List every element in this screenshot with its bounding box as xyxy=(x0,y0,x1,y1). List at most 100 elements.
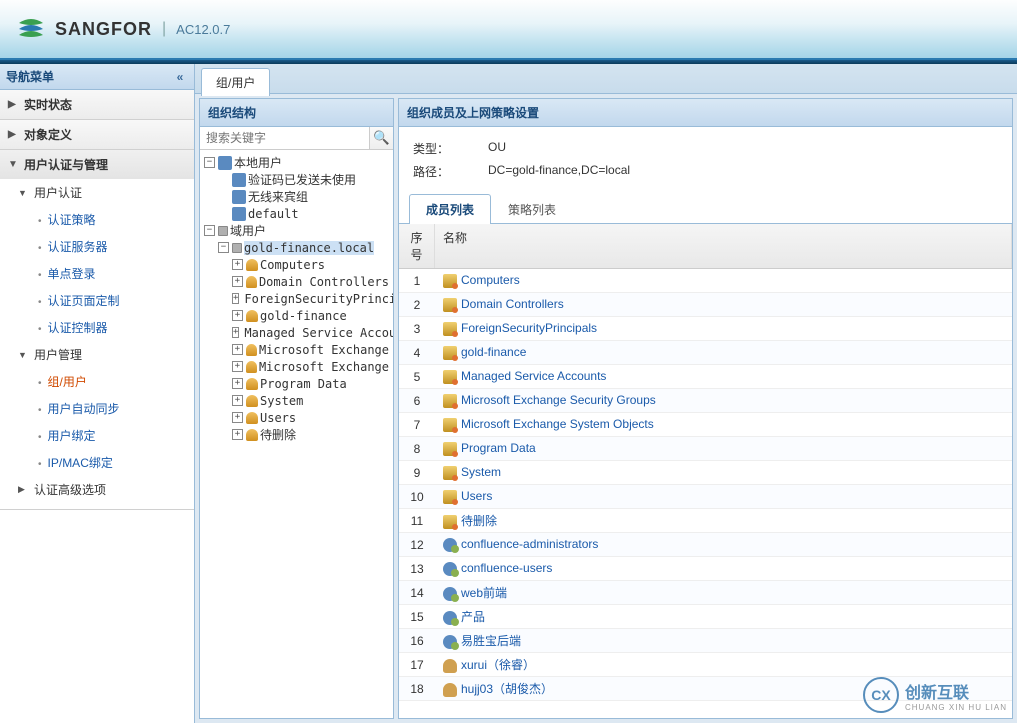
org-search-button[interactable]: 🔍 xyxy=(369,127,393,149)
table-row[interactable]: 15产品 xyxy=(399,605,1012,629)
nav-group-object[interactable]: 对象定义 xyxy=(0,120,194,150)
nav-item-user-bind[interactable]: 用户绑定 xyxy=(38,422,194,449)
table-row[interactable]: 3ForeignSecurityPrincipals xyxy=(399,317,1012,341)
tree-node[interactable]: +Managed Service Accounts xyxy=(204,324,389,341)
ou-icon xyxy=(246,259,258,271)
row-name-link[interactable]: Users xyxy=(461,489,492,503)
nav-item-auth-policy[interactable]: 认证策略 xyxy=(38,206,194,233)
expand-icon[interactable]: + xyxy=(232,327,239,338)
nav-item-sso[interactable]: 单点登录 xyxy=(38,260,194,287)
tree-node[interactable]: +Domain Controllers xyxy=(204,273,389,290)
tab-member-list[interactable]: 成员列表 xyxy=(409,194,491,224)
chevron-right-icon xyxy=(8,99,18,110)
tree-node[interactable]: default xyxy=(204,205,389,222)
tree-node-domain[interactable]: −gold-finance.local xyxy=(204,239,389,256)
row-name-link[interactable]: web前端 xyxy=(461,586,507,600)
expand-icon[interactable]: + xyxy=(232,395,243,406)
row-name-cell: Domain Controllers xyxy=(435,294,1012,315)
row-name-link[interactable]: Microsoft Exchange Security Groups xyxy=(461,393,656,407)
tree-node[interactable]: 验证码已发送未使用 xyxy=(204,171,389,188)
table-row[interactable]: 10Users xyxy=(399,485,1012,509)
nav-item-group-user[interactable]: 组/用户 xyxy=(38,368,194,395)
tree-node-domain-root[interactable]: −域用户 xyxy=(204,222,389,239)
chevron-down-icon xyxy=(8,159,18,170)
tree-node[interactable]: +待删除 xyxy=(204,426,389,443)
nav-item-auth-server[interactable]: 认证服务器 xyxy=(38,233,194,260)
nav-item-auth-page[interactable]: 认证页面定制 xyxy=(38,287,194,314)
tree-node[interactable]: +Users xyxy=(204,409,389,426)
table-row[interactable]: 16易胜宝后端 xyxy=(399,629,1012,653)
row-name-link[interactable]: ForeignSecurityPrincipals xyxy=(461,321,597,335)
table-row[interactable]: 4gold-finance xyxy=(399,341,1012,365)
tab-group-user[interactable]: 组/用户 xyxy=(201,68,270,96)
expand-icon[interactable]: + xyxy=(232,259,243,270)
expand-icon[interactable]: + xyxy=(232,310,243,321)
expand-icon[interactable]: + xyxy=(232,344,243,355)
nav-section-usermgmt-header[interactable]: 用户管理 xyxy=(18,341,194,368)
nav-item-auth-advanced[interactable]: 认证高级选项 xyxy=(18,476,194,503)
tree-node[interactable]: +gold-finance xyxy=(204,307,389,324)
nav-section-auth-header[interactable]: 用户认证 xyxy=(18,179,194,206)
table-row[interactable]: 18hujj03（胡俊杰） xyxy=(399,677,1012,701)
row-name-link[interactable]: confluence-administrators xyxy=(461,537,598,551)
row-name-link[interactable]: System xyxy=(461,465,501,479)
table-row[interactable]: 8Program Data xyxy=(399,437,1012,461)
tree-node-local-root[interactable]: −本地用户 xyxy=(204,154,389,171)
expand-icon[interactable]: + xyxy=(232,361,243,372)
detail-info: 类型：OU 路径：DC=gold-finance,DC=local xyxy=(399,127,1012,193)
row-name-link[interactable]: 待删除 xyxy=(461,514,497,528)
row-name-link[interactable]: Computers xyxy=(461,273,520,287)
tree-node[interactable]: +Program Data xyxy=(204,375,389,392)
tree-node[interactable]: +System xyxy=(204,392,389,409)
row-name-link[interactable]: gold-finance xyxy=(461,345,526,359)
table-row[interactable]: 14web前端 xyxy=(399,581,1012,605)
col-index[interactable]: 序号 xyxy=(399,224,435,268)
expand-icon[interactable]: + xyxy=(232,378,243,389)
content-tab-strip: 组/用户 xyxy=(195,64,1017,94)
row-name-link[interactable]: 产品 xyxy=(461,610,485,624)
table-row[interactable]: 7Microsoft Exchange System Objects xyxy=(399,413,1012,437)
row-name-link[interactable]: Program Data xyxy=(461,441,536,455)
row-name-link[interactable]: hujj03（胡俊杰） xyxy=(461,682,553,696)
table-row[interactable]: 17xurui（徐睿） xyxy=(399,653,1012,677)
row-name-link[interactable]: Microsoft Exchange System Objects xyxy=(461,417,654,431)
row-name-link[interactable]: confluence-users xyxy=(461,561,552,575)
table-row[interactable]: 1 Computers xyxy=(399,269,1012,293)
folder-icon xyxy=(218,226,228,236)
row-name-link[interactable]: Managed Service Accounts xyxy=(461,369,606,383)
expand-icon[interactable]: + xyxy=(232,276,243,287)
nav-group-auth[interactable]: 用户认证与管理 用户认证 认证策略 认证服务器 单点登录 认证页面定制 认证控制… xyxy=(0,150,194,510)
collapse-icon[interactable]: − xyxy=(204,225,215,236)
expand-icon[interactable]: + xyxy=(232,412,243,423)
table-row[interactable]: 9System xyxy=(399,461,1012,485)
table-row[interactable]: 2Domain Controllers xyxy=(399,293,1012,317)
org-search-input[interactable] xyxy=(200,127,369,149)
table-row[interactable]: 11待删除 xyxy=(399,509,1012,533)
table-row[interactable]: 12confluence-administrators xyxy=(399,533,1012,557)
expand-icon[interactable]: + xyxy=(232,429,243,440)
nav-collapse-button[interactable]: « xyxy=(172,69,188,85)
row-index: 1 xyxy=(399,271,435,291)
row-name-link[interactable]: xurui（徐睿） xyxy=(461,658,535,672)
nav-item-auth-controller[interactable]: 认证控制器 xyxy=(38,314,194,341)
tab-policy-list[interactable]: 策略列表 xyxy=(491,194,573,224)
row-name-link[interactable]: 易胜宝后端 xyxy=(461,634,521,648)
tree-node[interactable]: +Microsoft Exchange xyxy=(204,341,389,358)
tree-node[interactable]: 无线来宾组 xyxy=(204,188,389,205)
row-name-link[interactable]: Domain Controllers xyxy=(461,297,564,311)
collapse-icon[interactable]: − xyxy=(218,242,229,253)
nav-group-realtime[interactable]: 实时状态 xyxy=(0,90,194,120)
table-row[interactable]: 13confluence-users xyxy=(399,557,1012,581)
col-name[interactable]: 名称 xyxy=(435,224,1012,268)
expand-icon[interactable]: + xyxy=(232,293,239,304)
tree-node[interactable]: +Microsoft Exchange xyxy=(204,358,389,375)
tree-node[interactable]: +ForeignSecurityPrincipals xyxy=(204,290,389,307)
collapse-icon[interactable]: − xyxy=(204,157,215,168)
tree-node[interactable]: +Computers xyxy=(204,256,389,273)
nav-item-ipmac-bind[interactable]: IP/MAC绑定 xyxy=(38,449,194,476)
table-row[interactable]: 5Managed Service Accounts xyxy=(399,365,1012,389)
member-grid: 序号 名称 1 Computers 2Domain Controllers3Fore… xyxy=(399,224,1012,718)
nav-item-user-sync[interactable]: 用户自动同步 xyxy=(38,395,194,422)
table-row[interactable]: 6Microsoft Exchange Security Groups xyxy=(399,389,1012,413)
group-icon xyxy=(232,190,246,204)
